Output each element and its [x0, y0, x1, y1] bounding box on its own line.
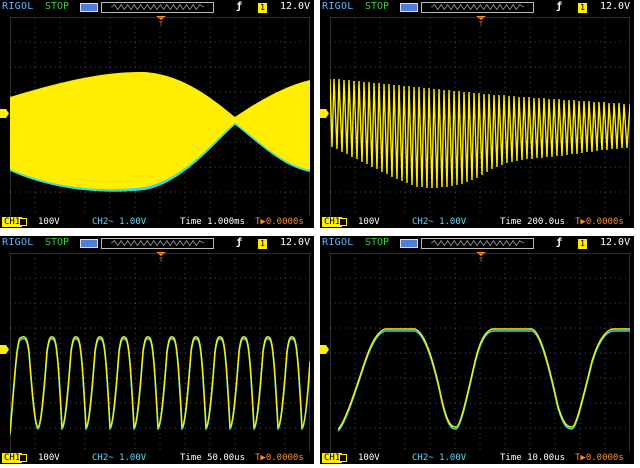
ch2-info: CH2~ 1.00V [92, 453, 147, 463]
memory-depth-icon [80, 239, 98, 248]
ch1-ground-marker-icon [0, 345, 9, 354]
scope-screen-3: RIGOL STOP ƒ 1 12.0V T CH1 100V CH2~ 1.0… [320, 236, 634, 464]
trigger-level: 12.0V [280, 1, 311, 12]
edge-trigger-icon: ƒ [556, 237, 563, 248]
trigger-position: T▶0.0000s [255, 217, 304, 227]
trigger-level: 12.0V [280, 237, 311, 248]
edge-trigger-icon: ƒ [236, 237, 243, 248]
timebase: Time 1.000ms [180, 217, 246, 227]
trigger-position: T▶0.0000s [575, 217, 624, 227]
brand-logo: RIGOL [322, 237, 354, 248]
scope-screen-1: RIGOL STOP ƒ 1 12.0V T CH1 100V CH2~ 1.0… [320, 0, 634, 228]
graticule [330, 253, 630, 453]
run-status: STOP [365, 1, 390, 12]
ch1-trace [10, 71, 310, 190]
waveform-memory-map [101, 2, 214, 13]
timebase: Time 200.0us [500, 217, 566, 227]
ch2-trace [337, 330, 630, 432]
waveform-display [330, 17, 630, 217]
ch1-coupling-icon [339, 218, 347, 226]
ch1-coupling-icon [19, 454, 27, 462]
ch1-trace [337, 328, 630, 430]
ch2-info: CH2~ 1.00V [412, 217, 467, 227]
trigger-position-value: 0.0000s [265, 217, 304, 227]
trigger-source-icon: 1 [578, 3, 587, 13]
trigger-source-icon: 1 [258, 3, 267, 13]
top-status-bar: RIGOL STOP ƒ 1 12.0V [0, 236, 314, 252]
waveform-display [10, 253, 310, 453]
run-status: STOP [45, 237, 70, 248]
bottom-status-bar: CH1 100V CH2~ 1.00V Time 200.0us T▶0.000… [320, 216, 634, 228]
ch1-ground-marker-icon [0, 109, 9, 118]
ch1-trace [10, 335, 310, 434]
waveform-display [330, 253, 630, 453]
trigger-source-icon: 1 [578, 239, 587, 249]
ch1-coupling-icon [19, 218, 27, 226]
memory-depth-icon [80, 3, 98, 12]
ch1-scale: 100V [38, 217, 60, 227]
bottom-status-bar: CH1 100V CH2~ 1.00V Time 1.000ms T▶0.000… [0, 216, 314, 228]
ch1-trace [330, 78, 630, 189]
memory-depth-icon [400, 239, 418, 248]
waveform-display [10, 17, 310, 217]
trigger-position-value: 0.0000s [265, 453, 304, 463]
trigger-position-value: 0.0000s [585, 217, 624, 227]
trigger-position: T▶0.0000s [575, 453, 624, 463]
scope-screen-2: RIGOL STOP ƒ 1 12.0V T CH1 100V CH2~ 1.0… [0, 236, 314, 464]
scope-screen-0: RIGOL STOP ƒ 1 12.0V T CH1 100V CH2~ 1.0… [0, 0, 314, 228]
brand-logo: RIGOL [2, 1, 34, 12]
ch1-scale: 100V [358, 217, 380, 227]
run-status: STOP [45, 1, 70, 12]
brand-logo: RIGOL [2, 237, 34, 248]
ch2-info: CH2~ 1.00V [92, 217, 147, 227]
run-status: STOP [365, 237, 390, 248]
brand-logo: RIGOL [322, 1, 354, 12]
edge-trigger-icon: ƒ [236, 1, 243, 12]
top-status-bar: RIGOL STOP ƒ 1 12.0V [320, 0, 634, 16]
waveform-memory-map [101, 238, 214, 249]
ch1-ground-marker-icon [320, 345, 329, 354]
trigger-position-value: 0.0000s [585, 453, 624, 463]
memory-depth-icon [400, 3, 418, 12]
edge-trigger-icon: ƒ [556, 1, 563, 12]
bottom-status-bar: CH1 100V CH2~ 1.00V Time 10.00us T▶0.000… [320, 452, 634, 464]
top-status-bar: RIGOL STOP ƒ 1 12.0V [320, 236, 634, 252]
ch1-ground-marker-icon [320, 109, 329, 118]
ch2-info: CH2~ 1.00V [412, 453, 467, 463]
waveform-memory-map [421, 2, 534, 13]
trigger-level: 12.0V [600, 237, 631, 248]
bottom-status-bar: CH1 100V CH2~ 1.00V Time 50.00us T▶0.000… [0, 452, 314, 464]
trigger-source-icon: 1 [258, 239, 267, 249]
ch1-scale: 100V [358, 453, 380, 463]
top-status-bar: RIGOL STOP ƒ 1 12.0V [0, 0, 314, 16]
waveform-memory-map [421, 238, 534, 249]
trigger-level: 12.0V [600, 1, 631, 12]
timebase: Time 50.00us [180, 453, 246, 463]
ch1-coupling-icon [339, 454, 347, 462]
ch1-scale: 100V [38, 453, 60, 463]
timebase: Time 10.00us [500, 453, 566, 463]
trigger-position: T▶0.0000s [255, 453, 304, 463]
